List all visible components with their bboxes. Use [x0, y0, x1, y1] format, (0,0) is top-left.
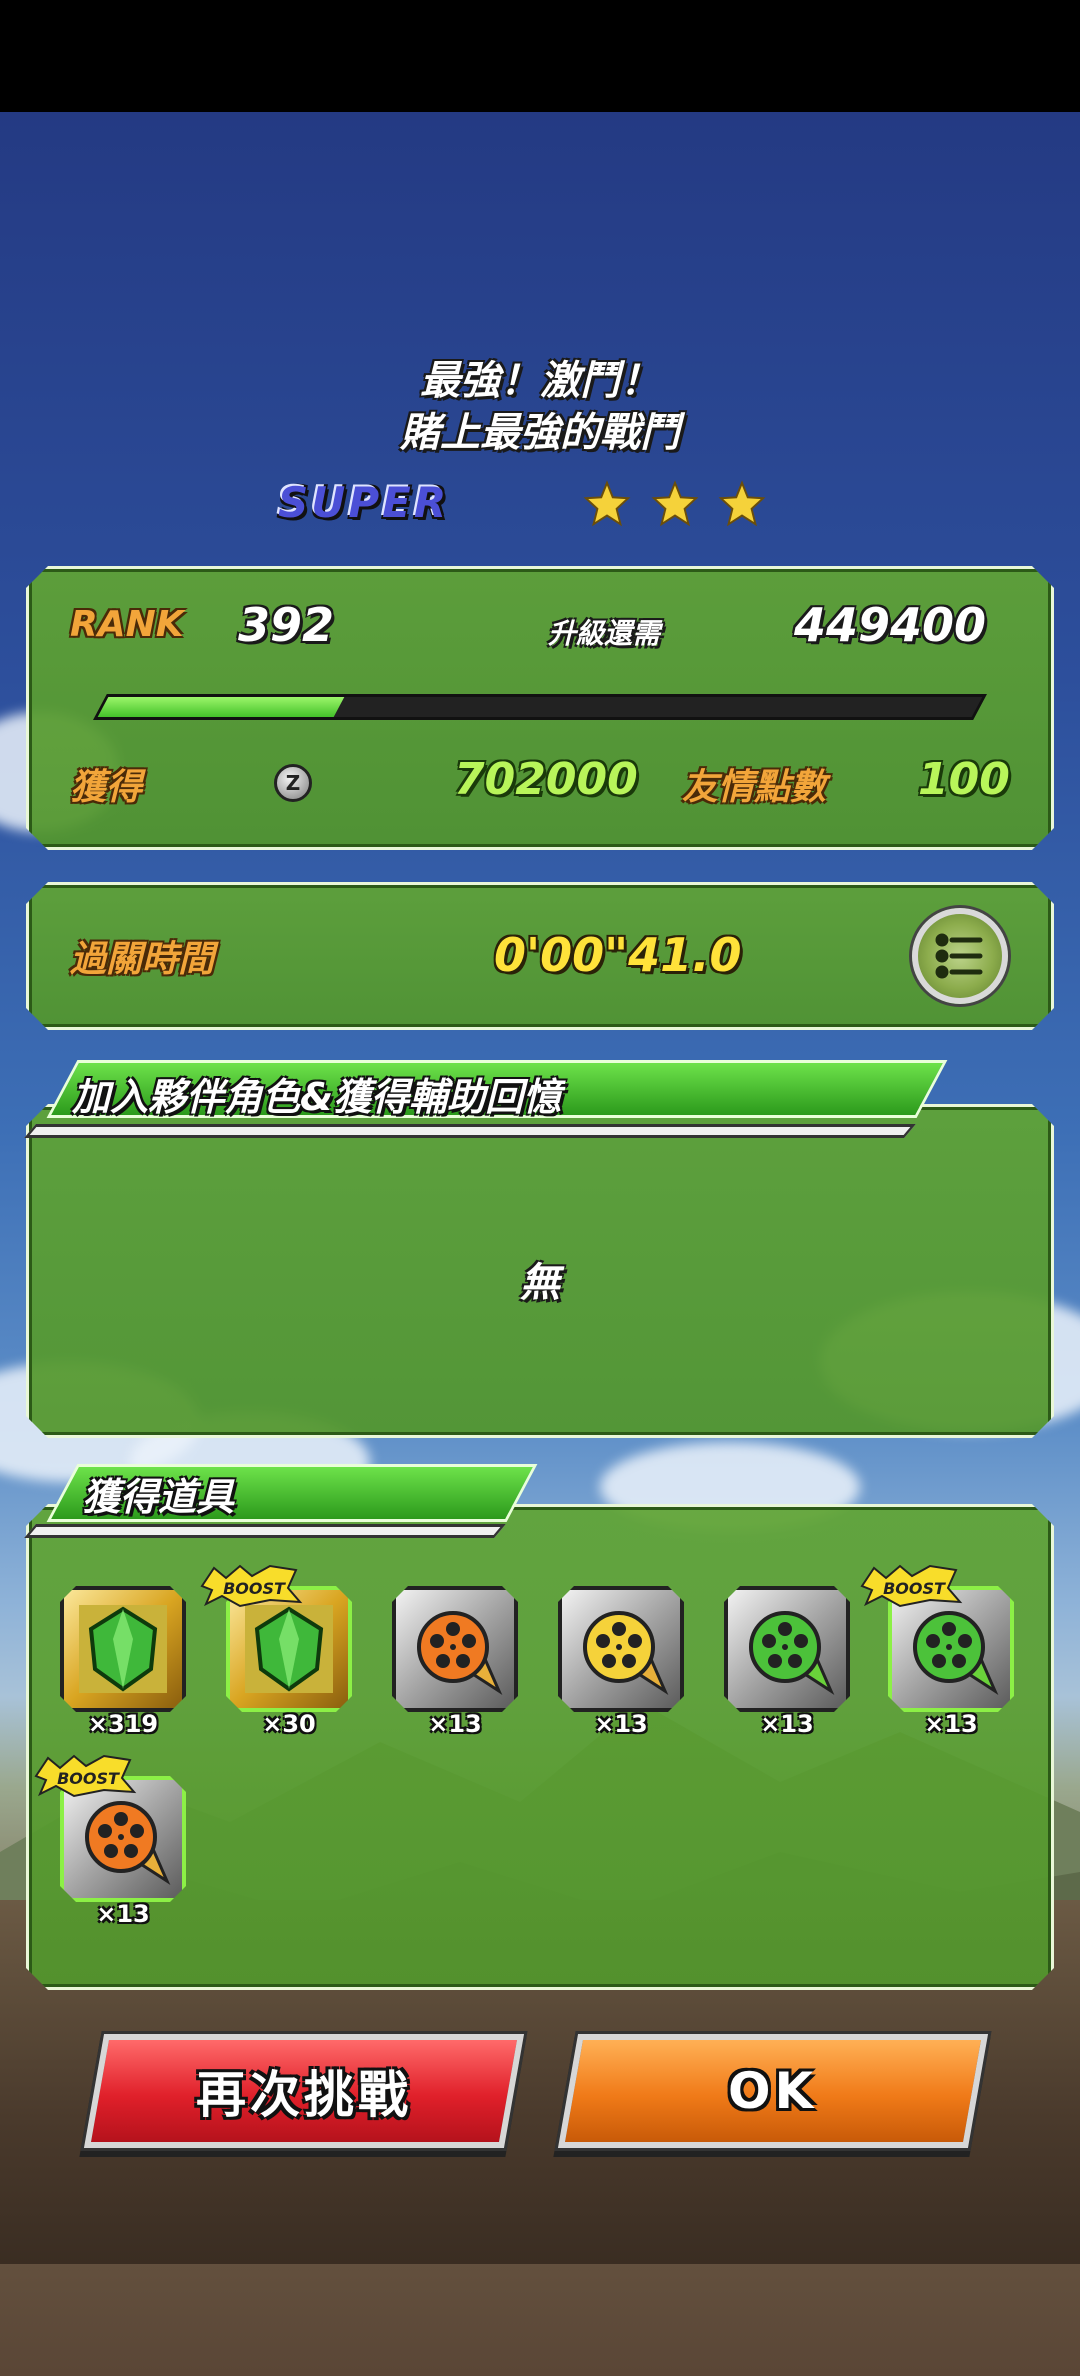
- item-quantity: ×13: [594, 1710, 648, 1738]
- green-gem-icon: [245, 1605, 333, 1693]
- ok-button-label: OK: [728, 2062, 818, 2120]
- boost-label: BOOST: [57, 1769, 120, 1788]
- obtain-label: 獲得: [70, 767, 143, 808]
- green-film-reel-icon: [913, 1611, 999, 1695]
- rank-label: RANK: [70, 604, 184, 645]
- clear-time-value: 0'00"41.0: [494, 928, 742, 982]
- boost-badge: BOOST: [200, 1564, 303, 1608]
- stage-title-line2: 賭上最強的戰鬥: [400, 410, 680, 456]
- boost-label: BOOST: [883, 1579, 946, 1598]
- section-divider: [24, 1124, 916, 1138]
- star-icon: [718, 480, 766, 527]
- yellow-film-reel-icon: [583, 1611, 669, 1695]
- star-icon: [583, 480, 631, 527]
- orange-film-reel-icon: [417, 1611, 503, 1695]
- green-film-reel-icon: [749, 1611, 835, 1695]
- item-quantity: ×13: [428, 1710, 482, 1738]
- item-quantity: ×319: [87, 1710, 159, 1738]
- retry-button[interactable]: 再次挑戰: [83, 2034, 525, 2148]
- friend-points-value: 100: [918, 754, 1010, 805]
- section-divider: [24, 1524, 506, 1538]
- clear-time-label: 過關時間: [70, 939, 215, 980]
- reward-item[interactable]: [60, 1586, 186, 1712]
- zeni-value: 702000: [454, 754, 638, 805]
- green-gem-icon: [79, 1605, 167, 1693]
- stage-title-line1: 最強！激鬥！: [420, 358, 660, 404]
- list-menu-button[interactable]: [912, 908, 1008, 1004]
- reward-item[interactable]: [392, 1586, 518, 1712]
- boost-badge: BOOST: [34, 1754, 137, 1798]
- recruit-empty-text: 無: [520, 1260, 560, 1306]
- rank-value: 392: [238, 598, 335, 652]
- zeni-coin-icon: Z: [274, 764, 312, 802]
- item-quantity: ×13: [96, 1900, 150, 1928]
- ok-button[interactable]: OK: [557, 2034, 989, 2148]
- item-quantity: ×13: [760, 1710, 814, 1738]
- difficulty-label: SUPER: [278, 478, 450, 527]
- items-section-title: 獲得道具: [82, 1475, 235, 1519]
- rank-progress-fill: [97, 697, 345, 717]
- next-rank-label: 升級還需: [548, 617, 661, 650]
- rank-progress-bar: [93, 694, 987, 720]
- status-bar: [0, 0, 1080, 112]
- reward-item[interactable]: [724, 1586, 850, 1712]
- item-quantity: ×30: [262, 1710, 316, 1738]
- recruit-section-title: 加入夥伴角色&獲得輔助回憶: [72, 1075, 562, 1119]
- next-rank-value: 449400: [794, 598, 987, 652]
- friend-points-label: 友情點數: [682, 767, 827, 808]
- boost-badge: BOOST: [860, 1564, 963, 1608]
- orange-film-reel-icon: [85, 1801, 171, 1885]
- reward-item[interactable]: [558, 1586, 684, 1712]
- list-menu-icon: [935, 933, 983, 979]
- boost-label: BOOST: [223, 1579, 286, 1598]
- star-icon: [651, 480, 699, 527]
- retry-button-label: 再次挑戰: [196, 2066, 412, 2124]
- item-quantity: ×13: [924, 1710, 978, 1738]
